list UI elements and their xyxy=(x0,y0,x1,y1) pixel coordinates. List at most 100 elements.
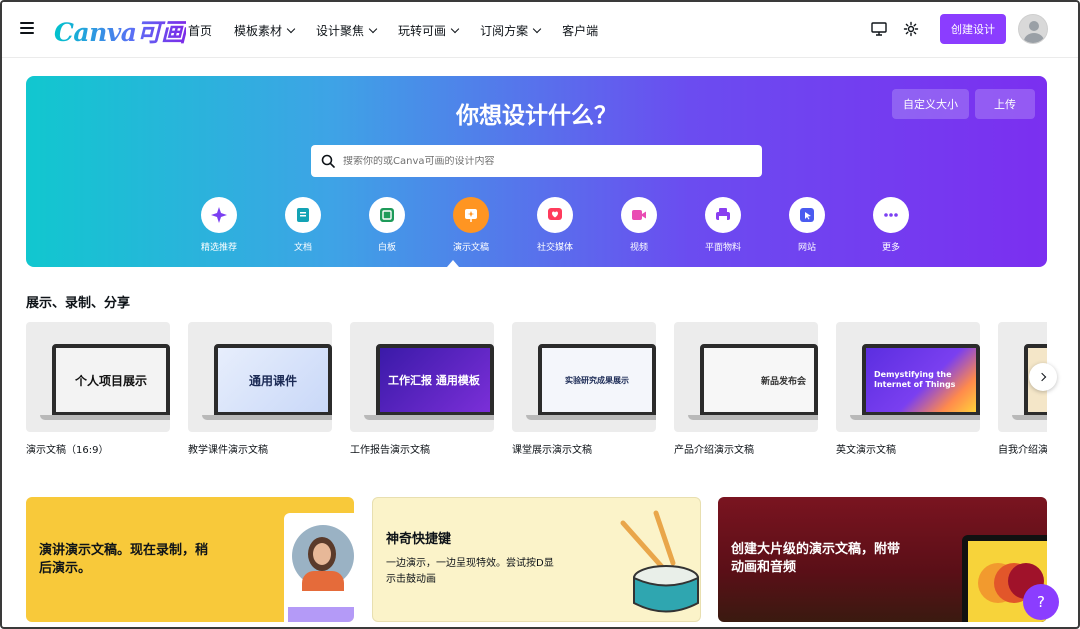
template-card[interactable]: 通用课件 教学课件演示文稿 xyxy=(188,322,332,456)
nav-menu: 首页 模板素材 设计聚焦 玩转可画 订阅方案 客户端 xyxy=(188,22,620,39)
nav-item-desktop-app[interactable]: 客户端 xyxy=(562,22,598,39)
promo-title: 演讲演示文稿。现在录制，稍后演示。 xyxy=(39,543,209,576)
template-thumbnail: 实验研究成果展示 xyxy=(512,322,656,432)
template-label: 课堂展示演示文稿 xyxy=(512,445,592,456)
template-screen-text: 工作汇报 通用模板 xyxy=(388,374,480,387)
template-thumbnail: Demystifying the Internet of Things xyxy=(836,322,980,432)
chevron-down-icon xyxy=(450,24,460,34)
template-screen-text: Demystifying the Internet of Things xyxy=(874,370,956,389)
template-label: 产品介绍演示文稿 xyxy=(674,445,754,456)
category-label: 文档 xyxy=(293,243,312,253)
category-video[interactable]: 视频 xyxy=(597,197,681,253)
heart-icon xyxy=(537,197,573,233)
nav-item-learn[interactable]: 玩转可画 xyxy=(398,22,460,39)
chevron-down-icon xyxy=(368,24,378,34)
category-featured[interactable]: 精选推荐 xyxy=(177,197,261,253)
canva-logo[interactable]: Canva可画 xyxy=(54,13,186,49)
category-label: 视频 xyxy=(629,243,648,253)
nav-item-pricing[interactable]: 订阅方案 xyxy=(480,22,542,39)
category-presentations[interactable]: 演示文稿 xyxy=(429,197,513,253)
whiteboard-icon xyxy=(369,197,405,233)
help-button[interactable]: ? xyxy=(1023,584,1059,620)
avatar[interactable] xyxy=(1018,14,1048,44)
template-thumbnail: 通用课件 xyxy=(188,322,332,432)
template-label: 英文演示文稿 xyxy=(836,445,896,456)
nav-item-label: 玩转可画 xyxy=(398,24,447,38)
gear-icon[interactable] xyxy=(900,18,922,40)
chevron-down-icon xyxy=(286,24,296,34)
nav-item-label: 模板素材 xyxy=(234,24,283,38)
search-input[interactable] xyxy=(343,155,743,167)
template-card[interactable]: 个人项目展示 演示文稿（16:9） xyxy=(26,322,170,456)
upload-button[interactable]: 上传 xyxy=(975,89,1035,119)
promo-card-shortcuts[interactable]: 神奇快捷键 一边演示，一边呈现特效。尝试按D显示击鼓动画 xyxy=(372,497,701,622)
template-screen-text: 个人项目展示 xyxy=(74,373,147,388)
template-label: 自我介绍演 xyxy=(998,445,1047,456)
nav-item-home[interactable]: 首页 xyxy=(188,22,212,39)
nav-item-label: 订阅方案 xyxy=(480,24,529,38)
nav-item-label: 客户端 xyxy=(562,24,599,38)
custom-size-button[interactable]: 自定义大小 xyxy=(892,89,969,119)
category-docs[interactable]: 文档 xyxy=(261,197,345,253)
template-thumbnail: 新品发布会 xyxy=(674,322,818,432)
category-label: 网站 xyxy=(797,243,816,253)
hero-banner: 你想设计什么？ 自定义大小 上传 精选推荐 文档 xyxy=(26,76,1047,267)
template-label: 工作报告演示文稿 xyxy=(350,445,430,456)
promo-title: 创建大片级的演示文稿，附带动画和音频 xyxy=(731,542,901,575)
promo-subtitle: 一边演示，一边呈现特效。尝试按D显示击鼓动画 xyxy=(386,558,554,585)
template-thumbnail: 工作汇报 通用模板 xyxy=(350,322,494,432)
category-label: 精选推荐 xyxy=(200,243,237,253)
sparkle-icon xyxy=(201,197,237,233)
nav-item-design-spotlight[interactable]: 设计聚焦 xyxy=(316,22,378,39)
create-design-button[interactable]: 创建设计 xyxy=(940,14,1006,44)
search-icon xyxy=(321,154,335,168)
template-card[interactable]: 工作汇报 通用模板 工作报告演示文稿 xyxy=(350,322,494,456)
category-print[interactable]: 平面物料 xyxy=(681,197,765,253)
category-label: 社交媒体 xyxy=(536,243,573,253)
nav-item-label: 设计聚焦 xyxy=(316,24,365,38)
category-website[interactable]: 网站 xyxy=(765,197,849,253)
template-screen-text: 通用课件 xyxy=(248,373,297,388)
app-window: Canva可画 首页 模板素材 设计聚焦 玩转可画 订阅方案 客户端 创建设计 … xyxy=(0,0,1080,629)
more-icon xyxy=(873,197,909,233)
template-label: 演示文稿（16:9） xyxy=(26,445,109,456)
search-bar[interactable] xyxy=(311,145,762,177)
promo-card-record[interactable]: 演讲演示文稿。现在录制，稍后演示。 xyxy=(26,497,354,622)
cursor-icon xyxy=(789,197,825,233)
category-label: 更多 xyxy=(881,243,900,253)
chevron-right-icon xyxy=(1037,372,1046,382)
chevron-down-icon xyxy=(532,24,542,34)
video-icon xyxy=(621,197,657,233)
category-label: 平面物料 xyxy=(704,243,741,253)
nav-item-templates[interactable]: 模板素材 xyxy=(234,22,296,39)
category-more[interactable]: 更多 xyxy=(849,197,933,253)
document-icon xyxy=(285,197,321,233)
category-whiteboard[interactable]: 白板 xyxy=(345,197,429,253)
hamburger-icon[interactable] xyxy=(20,22,34,36)
promo-card-animations[interactable]: 创建大片级的演示文稿，附带动画和音频 xyxy=(718,497,1047,622)
drum-icon xyxy=(620,510,699,613)
promo-title: 神奇快捷键 xyxy=(386,532,452,547)
template-card[interactable]: Demystifying the Internet of Things 英文演示… xyxy=(836,322,980,456)
category-label: 白板 xyxy=(377,243,396,253)
section-title: 展示、录制、分享 xyxy=(26,296,131,311)
presenter-photo xyxy=(284,513,354,622)
template-card[interactable]: 实验研究成果展示 课堂展示演示文稿 xyxy=(512,322,656,456)
print-icon xyxy=(705,197,741,233)
top-nav: Canva可画 首页 模板素材 设计聚焦 玩转可画 订阅方案 客户端 创建设计 xyxy=(2,2,1078,58)
template-thumbnail: 个人项目展示 xyxy=(26,322,170,432)
category-row: 精选推荐 文档 白板 演示文稿 社交媒体 视频 平面物料 网站 更多 xyxy=(177,197,933,253)
category-social-media[interactable]: 社交媒体 xyxy=(513,197,597,253)
monitor-icon[interactable] xyxy=(868,18,890,40)
template-card[interactable]: 新品发布会 产品介绍演示文稿 xyxy=(674,322,818,456)
template-label: 教学课件演示文稿 xyxy=(188,445,268,456)
template-carousel: 个人项目展示 演示文稿（16:9） 通用课件 教学课件演示文稿 工作汇报 通用模… xyxy=(26,322,1047,462)
active-category-indicator xyxy=(447,260,459,267)
template-screen-text: 新品发布会 xyxy=(760,376,806,387)
nav-item-label: 首页 xyxy=(188,24,213,38)
presentation-icon xyxy=(453,197,489,233)
template-screen-text: 实验研究成果展示 xyxy=(565,375,629,385)
category-label: 演示文稿 xyxy=(452,243,489,253)
carousel-next-button[interactable] xyxy=(1029,363,1057,391)
nav-actions: 创建设计 xyxy=(868,14,1048,44)
